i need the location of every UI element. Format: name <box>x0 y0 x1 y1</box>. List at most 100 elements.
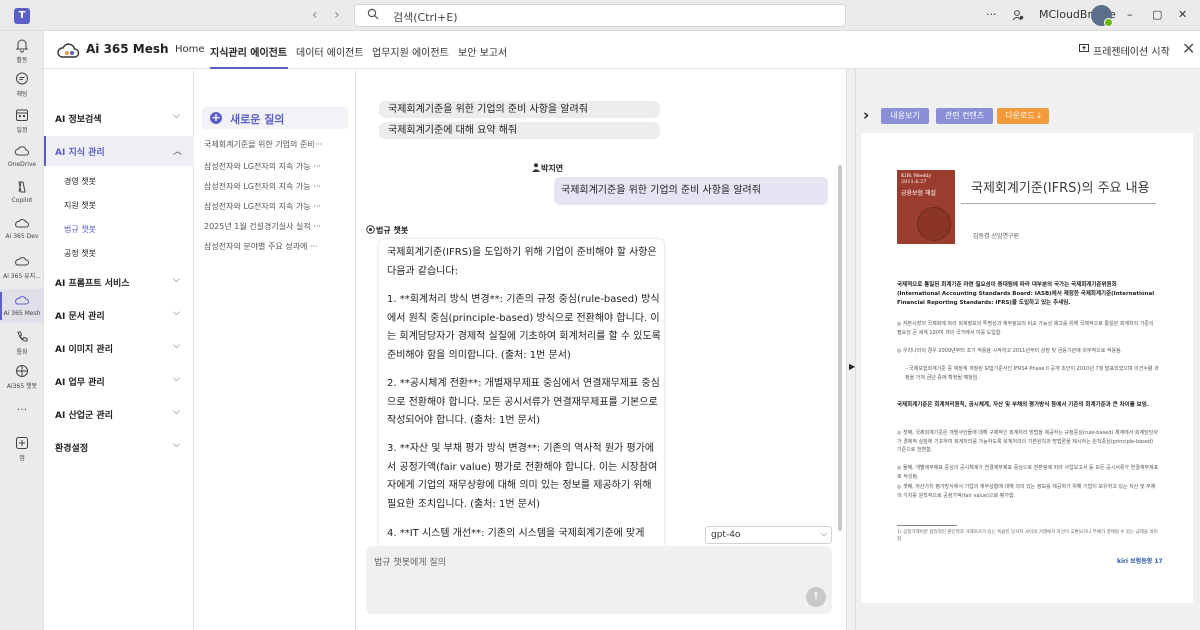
rail-item-activity[interactable]: 활동 <box>0 37 44 67</box>
org-icon[interactable] <box>1012 9 1024 21</box>
panel-splitter[interactable]: ▶ <box>846 69 856 630</box>
calendar-icon <box>16 109 28 121</box>
rail-item-calendar[interactable]: 일정 <box>0 107 44 137</box>
tab-data-agent[interactable]: 데이터 에이전트 <box>296 44 364 59</box>
rail-label: 통화 <box>16 349 28 356</box>
back-arrow-icon[interactable]: ‹ <box>312 7 318 23</box>
nav-section-label: 환경설정 <box>55 444 89 454</box>
rail-item-chat[interactable]: 채팅 <box>0 71 44 101</box>
present-button[interactable]: 프레젠테이션 시작 <box>1093 43 1170 58</box>
bot-response: 국제회계기준(IFRS)을 도입하기 위해 기업이 준비해야 할 사항은 다음과… <box>379 239 664 549</box>
nav-section-info-search[interactable]: AI 정보검색 ⌵ <box>44 103 194 133</box>
model-select[interactable]: gpt-4o ⌵ <box>705 526 832 544</box>
phone-icon <box>17 331 28 342</box>
tab-home[interactable]: Home <box>175 44 205 55</box>
chat-input[interactable]: 법규 챗봇에게 질의 ↑ <box>366 546 832 614</box>
user-icon <box>532 163 540 172</box>
document-viewer: › 내용보기 관련 컨텐츠 다운로드 ⤓ KiBi Weekly 2011.6.… <box>856 69 1200 630</box>
collapse-viewer-icon[interactable]: › <box>863 106 869 124</box>
maximize-button[interactable]: ▢ <box>1152 8 1162 21</box>
rail-item-onedrive[interactable]: OneDrive <box>0 143 44 173</box>
rail-item-copilot[interactable]: Copilot <box>0 179 44 209</box>
rail-item-calls[interactable]: 통화 <box>0 329 44 359</box>
bot-icon <box>366 225 375 234</box>
view-content-button[interactable]: 내용보기 <box>881 108 929 124</box>
global-search-input[interactable]: 검색(Ctrl+E) <box>354 4 846 27</box>
rail-item-ai365-dev[interactable]: Ai 365 Dev <box>0 215 44 245</box>
doc-title: 국제회계기준(IFRS)의 주요 내용 <box>971 181 1150 196</box>
doc-paragraph: ◎ 셋째, 자산가치 평가방식에서 기업의 재무상황에 대해 의미 있는 정보를… <box>897 484 1156 499</box>
teams-logo-icon[interactable]: T <box>14 8 30 24</box>
chat-panel: 국제회계기준을 위한 기업의 준비 사항을 알려줘 국제회계기준에 대해 요약 … <box>356 69 846 630</box>
nav-item-management-bot[interactable]: 경영 챗봇 <box>64 176 96 187</box>
nav-item-legal-bot[interactable]: 법규 챗봇 <box>64 224 96 235</box>
nav-section-label: AI 업무 관리 <box>55 378 105 388</box>
nav-section-label: AI 지식 관리 <box>55 148 105 158</box>
chevron-down-icon: ⌵ <box>173 440 180 450</box>
nav-section-knowledge[interactable]: AI 지식 관리 ︿ <box>44 136 194 166</box>
doc-footnote: 1) 공정가액이란 합리적인 판단력과 거래의사가 있는 독립된 당사자 사이의… <box>897 530 1158 542</box>
tab-work-agent[interactable]: 업무지원 에이전트 <box>372 44 449 59</box>
left-nav: AI 정보검색 ⌵ AI 지식 관리 ︿ 경영 챗봇 지원 챗봇 법규 챗봇 공… <box>44 69 194 630</box>
plus-icon <box>16 437 28 449</box>
doc-issue: KiBi Weekly 2011.6.27 <box>901 173 932 185</box>
new-chat-button[interactable]: + 새로운 질의 <box>202 107 348 129</box>
close-app-button[interactable]: ✕ <box>1182 39 1195 58</box>
nav-section-label: AI 프롬프트 서비스 <box>55 279 130 289</box>
nav-section-label: AI 문서 관리 <box>55 312 105 322</box>
nav-section-label: AI 이미지 관리 <box>55 345 113 355</box>
divider <box>961 203 1156 204</box>
bot-icon <box>16 365 28 377</box>
chat-input-placeholder: 법규 챗봇에게 질의 <box>374 558 446 568</box>
bot-paragraph: 1. **회계처리 방식 변경**: 기존의 규정 중심(rule-based)… <box>387 294 661 362</box>
send-button[interactable]: ↑ <box>806 587 826 607</box>
rail-item-ai365-maint[interactable]: Ai 365 유지... <box>0 253 44 283</box>
rail-label: Ai 365 유지... <box>3 273 41 280</box>
history-item[interactable]: 삼성전자의 분야별 주요 성과에 ··· <box>204 241 344 252</box>
download-button[interactable]: 다운로드 ⤓ <box>997 108 1049 124</box>
doc-paragraph: 국제회계기준은 회계처리원칙, 공시체계, 자산 및 부채의 평가방식 등에서 … <box>897 402 1149 408</box>
model-select-value: gpt-4o <box>711 530 741 540</box>
bot-name: 법규 챗봇 <box>376 226 409 235</box>
more-apps-icon[interactable]: ··· <box>0 403 44 419</box>
chat-scrollbar[interactable] <box>838 165 842 531</box>
chevron-down-icon: ⌵ <box>173 341 180 351</box>
history-item[interactable]: 삼성전자와 LG전자의 지속 가능 ··· <box>204 161 344 172</box>
nav-item-support-bot[interactable]: 지원 챗봇 <box>64 200 96 211</box>
history-item[interactable]: 삼성전자와 LG전자의 지속 가능 ··· <box>204 201 344 212</box>
rail-item-ai365-mesh[interactable]: Ai 365 Mesh <box>0 289 44 323</box>
collapse-arrow-icon[interactable]: ▶ <box>849 362 855 371</box>
tab-security-report[interactable]: 보안 보고서 <box>458 44 507 59</box>
avatar[interactable] <box>1091 5 1113 27</box>
more-options-icon[interactable]: ··· <box>986 8 997 21</box>
tab-knowledge-agent[interactable]: 지식관리 에이전트 <box>210 44 287 59</box>
history-item[interactable]: 삼성전자와 LG전자의 지속 가능 ··· <box>204 181 344 192</box>
nav-section-doc[interactable]: AI 문서 관리 ⌵ <box>44 300 194 330</box>
nav-item-process-bot[interactable]: 공정 챗봇 <box>64 248 96 259</box>
forward-arrow-icon[interactable]: › <box>334 7 340 23</box>
nav-section-work[interactable]: AI 업무 관리 ⌵ <box>44 366 194 396</box>
history-item[interactable]: 2025년 1월 건설경기실사 실적 ··· <box>204 221 344 232</box>
bell-icon <box>15 39 29 53</box>
rail-item-ai365-bot[interactable]: Ai365 챗봇 <box>0 363 44 393</box>
minimize-button[interactable]: – <box>1127 8 1133 21</box>
rail-label: OneDrive <box>7 161 37 168</box>
nav-section-industry[interactable]: AI 산업군 관리 ⌵ <box>44 399 194 429</box>
nav-section-image[interactable]: AI 이미지 관리 ⌵ <box>44 333 194 363</box>
chat-icon <box>16 72 28 85</box>
nav-section-prompt[interactable]: AI 프롬프트 서비스 ⌵ <box>44 267 194 297</box>
history-item[interactable]: 국제회계기준을 위한 기업의 준비··· <box>204 139 344 150</box>
chevron-down-icon: ⌵ <box>173 407 180 417</box>
title-bar: T ‹ › 검색(Ctrl+E) ··· MCloudBridge – ▢ ✕ <box>0 0 1200 31</box>
rail-item-apps[interactable]: 앱 <box>0 435 44 465</box>
rail-label: 앱 <box>19 455 25 462</box>
nav-section-settings[interactable]: 환경설정 ⌵ <box>44 432 194 462</box>
search-icon <box>367 8 379 20</box>
chat-history-panel: + 새로운 질의 국제회계기준을 위한 기업의 준비··· 삼성전자와 LG전자… <box>194 69 356 630</box>
app-rail: 활동 채팅 일정 OneDrive Copilot Ai 365 Dev Ai … <box>0 31 44 630</box>
doc-page-number: kiri 보험동향 17 <box>1117 558 1163 565</box>
related-content-button[interactable]: 관련 컨텐츠 <box>936 108 993 124</box>
close-window-button[interactable]: ✕ <box>1178 8 1187 21</box>
present-icon <box>1079 44 1089 52</box>
doc-paragraph: 국제적으로 통일된 회계기준 마련 필요성이 증대됨에 따라 대부분의 국가는 … <box>897 282 1155 306</box>
